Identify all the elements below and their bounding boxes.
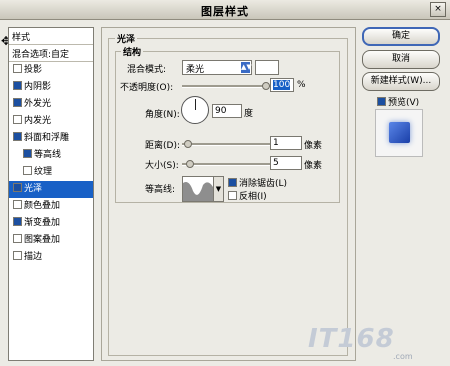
sidebar-item[interactable]: 内阴影 — [9, 79, 93, 96]
sidebar-item-label: 光泽 — [24, 184, 43, 194]
sidebar-item[interactable]: 外发光 — [9, 96, 93, 113]
style-checkbox[interactable] — [13, 81, 22, 90]
opacity-slider[interactable] — [182, 82, 270, 90]
style-checkbox[interactable] — [13, 217, 22, 226]
structure-title: 结构 — [121, 45, 144, 58]
satin-group: 光泽 结构 混合模式: 柔光 ▲▼ 不透明度(O): 100 % 角度(N): — [108, 32, 348, 356]
cancel-button[interactable]: 取消 — [362, 50, 440, 69]
distance-slider[interactable] — [182, 140, 272, 148]
watermark-url: .com — [393, 352, 413, 361]
distance-unit: 像素 — [304, 141, 323, 151]
sidebar-item[interactable]: 光泽 — [9, 181, 93, 198]
title-bar: 图层样式 × — [0, 0, 450, 20]
new-style-button[interactable]: 新建样式(W)... — [362, 72, 440, 91]
angle-needle — [195, 99, 196, 110]
style-checkbox[interactable] — [13, 251, 22, 260]
blend-options-item[interactable]: 混合选项:自定 — [9, 45, 93, 62]
sidebar-item-label: 图案叠加 — [24, 235, 61, 245]
antialias-option[interactable]: 消除锯齿(L) — [228, 176, 287, 189]
sidebar-item-label: 内发光 — [24, 116, 52, 126]
style-checkbox[interactable] — [23, 166, 32, 175]
dropdown-arrow-icon: ▲▼ — [241, 62, 252, 73]
style-checkbox[interactable] — [23, 149, 32, 158]
sidebar-item[interactable]: 描边 — [9, 249, 93, 266]
opacity-input[interactable]: 100 — [270, 78, 294, 92]
sidebar-item[interactable]: 投影 — [9, 62, 93, 79]
size-slider[interactable] — [182, 160, 272, 168]
preview-checkbox[interactable] — [377, 97, 386, 106]
ok-button[interactable]: 确定 — [362, 27, 440, 46]
blend-mode-label: 混合模式: — [127, 65, 167, 75]
distance-slider-thumb[interactable] — [184, 140, 192, 148]
style-checkbox[interactable] — [13, 132, 22, 141]
sidebar-item-label: 描边 — [24, 252, 43, 262]
sidebar-item-label: 纹理 — [34, 167, 53, 177]
satin-panel: 光泽 结构 混合模式: 柔光 ▲▼ 不透明度(O): 100 % 角度(N): — [101, 27, 356, 361]
sidebar-item-label: 斜面和浮雕 — [24, 133, 70, 143]
blend-mode-select[interactable]: 柔光 ▲▼ — [182, 60, 252, 75]
contour-curve-icon — [183, 182, 213, 201]
antialias-checkbox[interactable] — [228, 178, 237, 187]
opacity-label: 不透明度(O): — [120, 83, 174, 93]
styles-list: 样式 混合选项:自定 投影内阴影外发光内发光斜面和浮雕等高线纹理光泽颜色叠加渐变… — [8, 27, 94, 361]
invert-label: 反相(I) — [239, 192, 267, 202]
angle-dial[interactable] — [181, 96, 209, 124]
sidebar-item[interactable]: 等高线 — [9, 147, 93, 164]
sidebar-item[interactable]: 图案叠加 — [9, 232, 93, 249]
styles-header[interactable]: 样式 — [9, 28, 93, 45]
style-checkbox[interactable] — [13, 98, 22, 107]
structure-group: 结构 混合模式: 柔光 ▲▼ 不透明度(O): 100 % 角度(N): 90 … — [115, 45, 340, 203]
size-slider-thumb[interactable] — [186, 160, 194, 168]
angle-unit: 度 — [244, 109, 254, 119]
sidebar-item-label: 颜色叠加 — [24, 201, 61, 211]
size-unit: 像素 — [304, 161, 323, 171]
sidebar-item-label: 投影 — [24, 65, 43, 75]
preview-label: 预览(V) — [388, 98, 420, 108]
angle-label: 角度(N): — [145, 110, 180, 120]
distance-label: 距离(D): — [145, 141, 180, 151]
contour-dropdown-icon[interactable]: ▼ — [213, 176, 224, 202]
angle-input[interactable]: 90 — [212, 104, 242, 118]
opacity-unit: % — [297, 80, 306, 90]
style-checkbox[interactable] — [13, 234, 22, 243]
preview-swatch — [389, 122, 410, 143]
sidebar-item[interactable]: 纹理 — [9, 164, 93, 181]
preview-option[interactable]: 预览(V) — [377, 95, 419, 108]
size-label: 大小(S): — [145, 161, 179, 171]
distance-input[interactable]: 1 — [270, 136, 302, 150]
blend-mode-value: 柔光 — [186, 65, 205, 75]
layer-style-dialog: 图层样式 × ✥ 样式 混合选项:自定 投影 内阴影 外发光 内发光 斜面和浮雕 等高线纹… — [0, 0, 450, 366]
window-title: 图层样式 — [201, 5, 249, 18]
style-checkbox[interactable] — [13, 183, 22, 192]
sidebar-item[interactable]: 内发光 — [9, 113, 93, 130]
size-input[interactable]: 5 — [270, 156, 302, 170]
invert-checkbox[interactable] — [228, 191, 237, 200]
style-checkbox[interactable] — [13, 115, 22, 124]
sidebar-item-label: 渐变叠加 — [24, 218, 61, 228]
satin-color-swatch[interactable] — [255, 60, 279, 75]
opacity-slider-thumb[interactable] — [262, 82, 270, 90]
sidebar-item[interactable]: 斜面和浮雕 — [9, 130, 93, 147]
style-checkbox[interactable] — [13, 64, 22, 73]
close-button[interactable]: × — [430, 2, 446, 17]
sidebar-item-label: 内阴影 — [24, 82, 52, 92]
sidebar-item-label: 外发光 — [24, 99, 52, 109]
style-preview — [375, 109, 423, 157]
satin-group-title: 光泽 — [115, 32, 138, 45]
invert-option[interactable]: 反相(I) — [228, 189, 267, 202]
watermark-logo: IT168 — [308, 324, 395, 354]
antialias-label: 消除锯齿(L) — [239, 179, 288, 189]
contour-preview[interactable] — [182, 176, 214, 202]
sidebar-item[interactable]: 渐变叠加 — [9, 215, 93, 232]
sidebar-item-label: 等高线 — [34, 150, 62, 160]
style-checkbox[interactable] — [13, 200, 22, 209]
contour-label: 等高线: — [145, 185, 176, 195]
sidebar-item[interactable]: 颜色叠加 — [9, 198, 93, 215]
